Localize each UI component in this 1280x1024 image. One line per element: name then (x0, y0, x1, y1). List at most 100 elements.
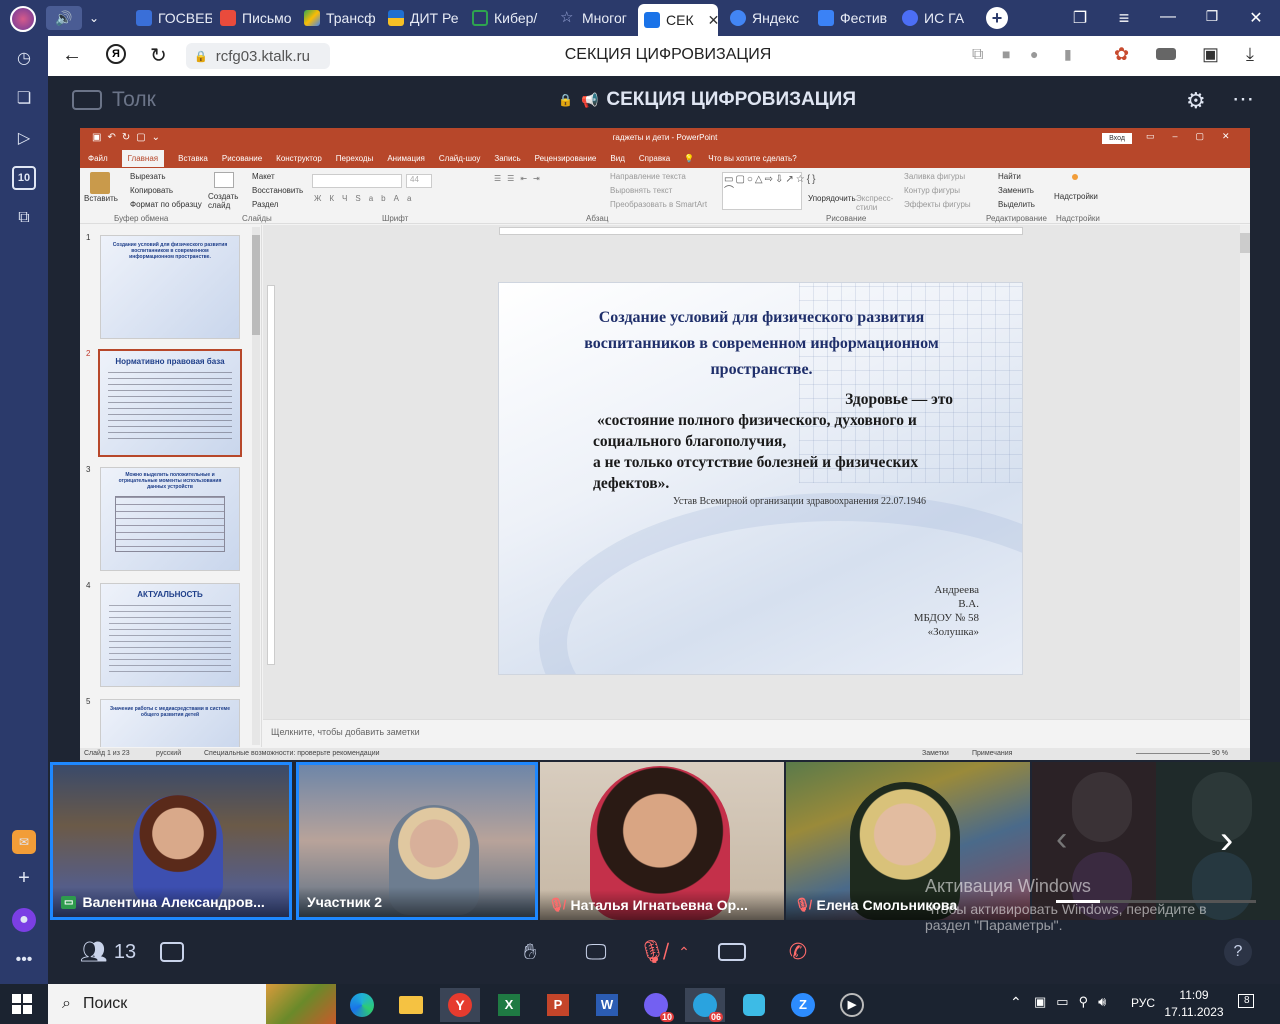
reset-button[interactable]: Восстановить (252, 186, 303, 195)
word-icon[interactable]: W (587, 988, 627, 1022)
help-button[interactable]: ? (1224, 938, 1252, 966)
next-page-icon[interactable]: › (1220, 818, 1233, 863)
addins-button[interactable]: Надстройки (1054, 192, 1098, 201)
browser-tab-active[interactable]: СЕК ✕ (638, 4, 718, 36)
chat-button[interactable] (156, 936, 188, 968)
ppt-tab[interactable]: Рисование (222, 154, 262, 163)
new-tab-button[interactable]: + (986, 7, 1008, 29)
align-text-button[interactable]: Выровнять текст (610, 186, 672, 195)
quick-access-icons[interactable]: ▣↶↻▢⌄ (92, 132, 166, 143)
cut-button[interactable]: Вырезать (130, 172, 166, 181)
select-button[interactable]: Выделить (998, 200, 1035, 209)
screen-share-button[interactable]: 🖵 (580, 936, 612, 968)
comments-toggle[interactable]: Примечания (972, 750, 1012, 757)
slide-thumbnail[interactable]: Создание условий для физического развити… (100, 235, 240, 339)
camera-icon[interactable]: ■ (1002, 46, 1010, 62)
layout-button[interactable]: Макет (252, 172, 275, 181)
notifications-button[interactable]: 8 (1238, 994, 1262, 1014)
smartart-button[interactable]: Преобразовать в SmartArt (610, 200, 707, 209)
close-tab-icon[interactable]: ✕ (708, 12, 718, 29)
participants-button[interactable]: 👥︎ 13 (76, 936, 140, 968)
slide-thumbnail[interactable]: АКТУАЛЬНОСТЬ (100, 583, 240, 687)
sound-tab-button[interactable]: 🔊 (46, 6, 82, 30)
add-panel-icon[interactable]: + (12, 866, 36, 890)
paste-icon[interactable] (90, 172, 110, 194)
slide-thumbnail[interactable]: Можно выделить положительные и отрицател… (100, 467, 240, 571)
ppt-tab[interactable]: Анимация (387, 154, 425, 163)
more-icon[interactable]: ••• (12, 948, 36, 972)
ppt-window-controls[interactable]: ▭–▢✕ (1146, 131, 1248, 142)
hang-up-button[interactable]: ✆ (782, 936, 814, 968)
quick-styles-button[interactable]: Экспресс-стили (856, 194, 893, 212)
menu-icon[interactable]: ≡ (1114, 8, 1134, 28)
arrange-button[interactable]: Упорядочить (808, 194, 856, 203)
accessibility-status[interactable]: Специальные возможности: проверьте реком… (204, 750, 380, 757)
zoom-slider[interactable] (1136, 753, 1210, 754)
ppt-tab[interactable]: Конструктор (276, 154, 322, 163)
new-slide-icon[interactable] (214, 172, 234, 188)
edge-icon[interactable] (342, 988, 382, 1022)
zoom-icon[interactable]: Z (783, 988, 823, 1022)
shape-effects-button[interactable]: Эффекты фигуры (904, 200, 971, 209)
yandex-icon[interactable]: Я (106, 44, 126, 64)
start-button[interactable] (12, 994, 32, 1014)
find-button[interactable]: Найти (998, 172, 1021, 181)
font-name-field[interactable] (312, 174, 402, 188)
play-icon[interactable]: ▷ (12, 126, 36, 150)
close-window-button[interactable]: ✕ (1246, 8, 1266, 28)
history-icon[interactable]: ◷ (12, 46, 36, 70)
prev-page-icon[interactable]: ‹ (1056, 820, 1067, 859)
more-options-icon[interactable]: ⋯ (1232, 86, 1254, 112)
replace-button[interactable]: Заменить (998, 186, 1034, 195)
browser-tab[interactable]: ГОСВЕБ (130, 4, 212, 32)
ppt-tab[interactable]: Запись (494, 154, 520, 163)
input-language[interactable]: РУС (1131, 996, 1155, 1010)
alice-icon[interactable]: ● (12, 908, 36, 932)
calendar-badge-icon[interactable]: 10 (12, 166, 36, 190)
zoom-level[interactable]: 90 % (1212, 750, 1228, 757)
clock[interactable]: 11:09 17.11.2023 (1164, 987, 1224, 1021)
restore-window-button[interactable]: ❐ (1202, 8, 1222, 28)
list-buttons[interactable]: ☰☰⇤⇥ (494, 174, 546, 183)
extension-icon[interactable] (1156, 48, 1176, 60)
thumbnail-scrollbar[interactable] (252, 227, 260, 745)
mic-icon[interactable]: ● (1030, 46, 1038, 62)
browser-tab[interactable]: Фестив (812, 4, 896, 32)
minimize-window-button[interactable]: — (1158, 8, 1178, 28)
browser-tab[interactable]: ИС ГА (896, 4, 980, 32)
section-button[interactable]: Раздел (252, 200, 278, 209)
collections-icon[interactable]: ❏ (12, 86, 36, 110)
extension-icon[interactable]: ✿ (1114, 44, 1129, 65)
browser-tab[interactable]: Письмо (214, 4, 296, 32)
tray-icons[interactable]: ▣▭⚲🔊︎ (1034, 994, 1116, 1010)
media-player-icon[interactable]: ▶ (832, 988, 872, 1022)
url-field[interactable]: 🔒 rcfg03.ktalk.ru (186, 43, 330, 69)
format-painter-button[interactable]: Формат по образцу (130, 200, 202, 209)
paste-button[interactable]: Вставить (84, 194, 118, 203)
downloads-icon[interactable]: ⤓ (1246, 44, 1254, 65)
ppt-tab-active[interactable]: Главная (121, 149, 165, 167)
telegram-icon[interactable]: 06 (685, 988, 725, 1022)
video-tile[interactable]: ▭ Валентина Александров... (50, 762, 292, 920)
shape-outline-button[interactable]: Контур фигуры (904, 186, 960, 195)
notes-toggle[interactable]: Заметки (922, 750, 949, 757)
settings-icon[interactable]: ⚙ (1186, 88, 1206, 114)
tab-dropdown-icon[interactable]: ⌄ (84, 8, 104, 28)
tray-chevron-icon[interactable]: ⌃ (1010, 994, 1022, 1011)
camera-button[interactable] (714, 936, 750, 968)
yandex-browser-icon[interactable]: Y (440, 988, 480, 1022)
extension-icon[interactable]: ▣ (1202, 44, 1219, 65)
tell-me-field[interactable]: Что вы хотите сделать? (708, 154, 796, 163)
video-tile[interactable]: 🎙︎̸ Наталья Игнатьевна Ор... (540, 762, 784, 920)
translate-icon[interactable]: ⧉ (972, 46, 983, 64)
slide-thumbnail[interactable]: Значение работы с медиасредствами в сист… (100, 699, 240, 747)
font-format-buttons[interactable]: ЖКЧSabAa (314, 194, 419, 203)
excel-icon[interactable]: X (489, 988, 529, 1022)
slide-thumbnail-selected[interactable]: Нормативно правовая база (98, 349, 242, 457)
browser-tab[interactable]: Трансф (298, 4, 380, 32)
shape-fill-button[interactable]: Заливка фигуры (904, 172, 965, 181)
browser-tab[interactable]: Яндекс (724, 4, 810, 32)
copy-button[interactable]: Копировать (130, 186, 173, 195)
browser-tab[interactable]: ☆ Многог (554, 4, 636, 32)
mic-options-button[interactable]: ⌃ (676, 936, 692, 968)
